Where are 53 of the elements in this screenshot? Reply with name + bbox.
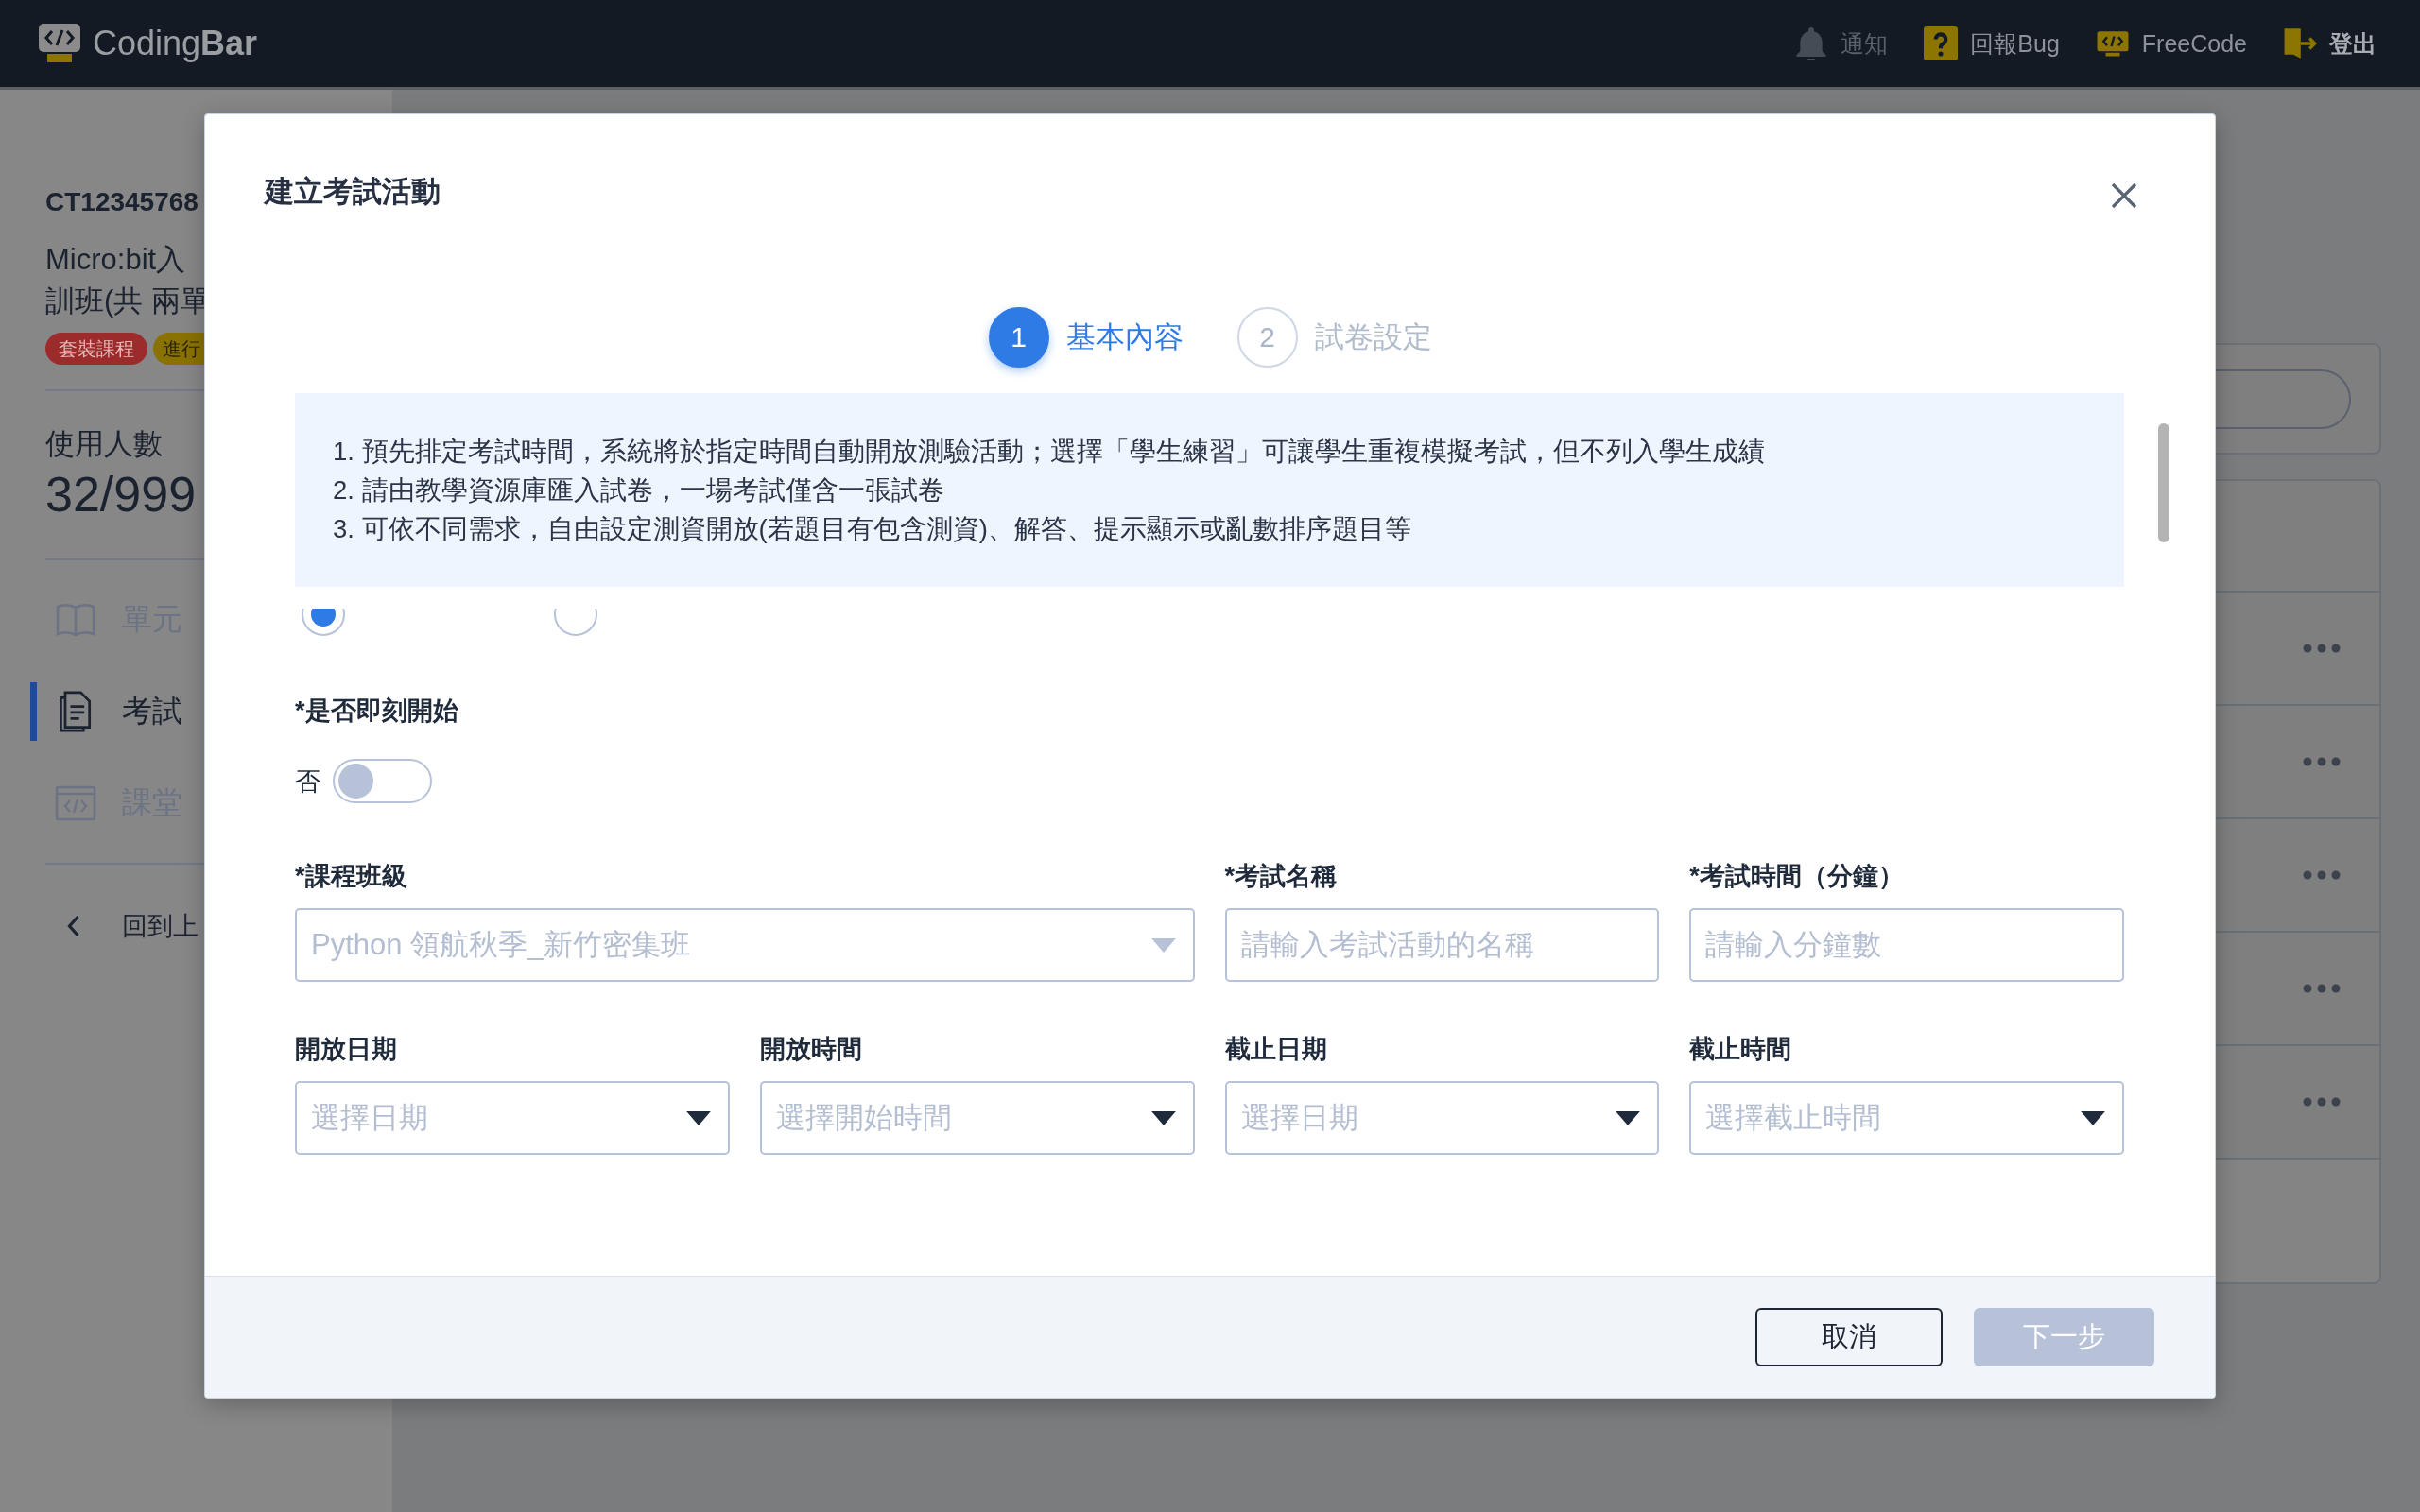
dropdown[interactable]: 選擇截止時間 xyxy=(1689,1081,2124,1155)
field-label: *是否即刻開始 xyxy=(295,696,458,727)
dropdown[interactable]: 選擇日期 xyxy=(295,1081,730,1155)
logo-icon xyxy=(38,23,81,64)
radio-button[interactable] xyxy=(301,609,346,637)
toggle-switch[interactable] xyxy=(333,759,432,803)
step-label[interactable]: 基本內容 xyxy=(1065,318,1184,357)
nav-link[interactable]: 回報Bug xyxy=(1924,26,2060,60)
course-code: CT12345768 xyxy=(45,188,199,216)
logout-icon xyxy=(2283,26,2317,60)
radio-button[interactable] xyxy=(553,609,598,637)
chevron-left-icon xyxy=(66,915,80,937)
dropdown[interactable]: 選擇日期 xyxy=(1224,1081,1660,1155)
field-label: 截止時間 xyxy=(1689,1034,1792,1065)
field-label: 開放時間 xyxy=(759,1034,862,1065)
bell-icon xyxy=(1794,26,1829,60)
note-text: 2. 請由教學資源庫匯入試卷，一場考試僅含一張試卷 xyxy=(333,474,944,507)
dropdown[interactable]: 選擇開始時間 xyxy=(759,1081,1195,1155)
tag: 進行 xyxy=(153,333,204,365)
more-icon[interactable] xyxy=(2303,984,2341,993)
back-link[interactable]: 回到上 xyxy=(45,909,199,943)
field-label: *考試時間（分鐘） xyxy=(1689,861,1904,892)
input-field[interactable]: 請輸入分鐘數 xyxy=(1689,908,2124,982)
input-field[interactable]: 請輸入考試活動的名稱 xyxy=(1224,908,1660,982)
cancel-button[interactable]: 取消 xyxy=(1755,1308,1943,1366)
close-icon xyxy=(2110,181,2138,210)
menu-item[interactable]: 考試 xyxy=(30,682,182,741)
step-number: 2 xyxy=(1236,307,1298,368)
usage-label: 使用人數 xyxy=(45,426,163,462)
more-icon[interactable] xyxy=(2303,644,2341,653)
logo-text: CodingBar xyxy=(93,24,258,63)
dialog-title: 建立考試活動 xyxy=(265,174,441,210)
nav-link[interactable]: 登出 xyxy=(2283,26,2377,60)
note-text: 3. 可依不同需求，自由設定測資開放(若題目有包含測資)、解答、提示顯示或亂數排序題目等 xyxy=(333,513,1411,545)
close-button[interactable] xyxy=(2110,181,2138,210)
field-label: 截止日期 xyxy=(1224,1034,1327,1065)
more-icon[interactable] xyxy=(2303,870,2341,880)
course-title: 訓班(共 兩單 xyxy=(45,284,210,319)
course-title: Micro:bit入 xyxy=(45,242,186,278)
nav-link[interactable]: FreeCode xyxy=(2095,26,2247,60)
question-icon xyxy=(1924,26,1959,60)
note-text: 1. 預先排定考試時間，系統將於指定時間自動開放測驗活動；選擇「學生練習」可讓學生重複模擬考試，但不列入學生成績 xyxy=(333,436,1765,468)
toggle-label: 否 xyxy=(295,765,320,798)
usage-count: 32/999 xyxy=(45,466,197,523)
field-label: *課程班級 xyxy=(295,861,407,892)
step-number: 1 xyxy=(988,307,1049,368)
scrollbar[interactable] xyxy=(2158,423,2169,542)
more-icon[interactable] xyxy=(2303,1097,2341,1107)
more-icon[interactable] xyxy=(2303,757,2341,766)
field-label: 開放日期 xyxy=(295,1034,397,1065)
step-label[interactable]: 試卷設定 xyxy=(1314,318,1432,357)
field-label: *考試名稱 xyxy=(1224,861,1337,892)
tag: 套裝課程 xyxy=(45,333,147,365)
